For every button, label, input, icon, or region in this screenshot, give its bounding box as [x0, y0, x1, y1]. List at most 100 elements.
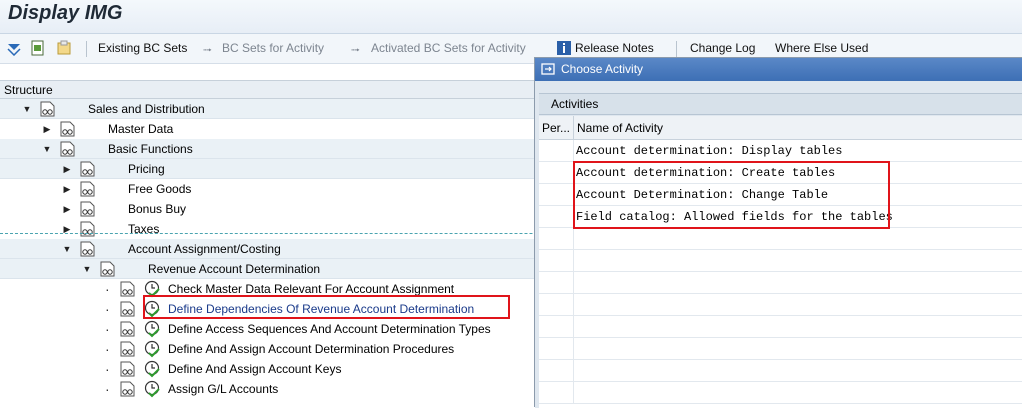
activated-bc-sets-button[interactable]: Activated BC Sets for Activity	[371, 41, 526, 55]
toolbar-separator	[86, 41, 87, 57]
dialog-body: Activities Per... Name of Activity Accou…	[535, 81, 1022, 408]
per-cell	[539, 140, 574, 162]
tree-node-label: Define And Assign Account Keys	[168, 362, 342, 376]
window-title: Display IMG	[8, 2, 123, 24]
per-cell	[539, 338, 574, 360]
execute-clock-check-icon[interactable]	[143, 380, 161, 398]
documentation-glasses-icon[interactable]	[120, 301, 135, 317]
collapse-arrow-icon[interactable]: ▼	[42, 139, 52, 159]
table-row	[539, 360, 1022, 382]
tree-node-master-data[interactable]: ▶ Master Data	[0, 119, 540, 139]
leaf-bullet-icon: ·	[105, 321, 110, 337]
tree-node-label: Sales and Distribution	[88, 102, 205, 116]
info-icon	[557, 41, 571, 55]
dialog-window-icon	[541, 63, 555, 75]
table-row	[539, 228, 1022, 250]
existing-bc-sets-button[interactable]: Existing BC Sets	[98, 41, 187, 55]
table-row	[539, 250, 1022, 272]
activities-section-header: Activities	[539, 93, 1022, 115]
table-row[interactable]: Account determination: Display tables	[539, 140, 1022, 162]
title-bar: Display IMG	[0, 0, 1022, 34]
documentation-glasses-icon[interactable]	[120, 321, 135, 337]
leaf-bullet-icon: ·	[105, 301, 110, 317]
tree-activity-define-procedures[interactable]: · Define And Assign Account Determination…	[0, 339, 540, 359]
per-cell	[539, 316, 574, 338]
leaf-bullet-icon: ·	[105, 281, 110, 297]
documentation-glasses-icon[interactable]	[120, 341, 135, 357]
execute-clock-check-icon[interactable]	[143, 360, 161, 378]
tree-node-label: Revenue Account Determination	[148, 262, 321, 276]
execute-clock-check-icon[interactable]	[143, 320, 161, 338]
table-row	[539, 382, 1022, 404]
folder-icon[interactable]	[56, 40, 72, 56]
activities-table: Per... Name of Activity Account determin…	[539, 116, 1022, 408]
column-header-name[interactable]: Name of Activity	[577, 116, 663, 140]
tree-node-label: Define Access Sequences And Account Dete…	[168, 322, 491, 336]
highlight-box-activities	[573, 161, 890, 229]
tree-activity-define-access-sequences[interactable]: · Define Access Sequences And Account Det…	[0, 319, 540, 339]
documentation-glasses-icon[interactable]	[120, 381, 135, 397]
activated-bc-sets-glasses-icon: ⭬	[351, 43, 361, 57]
collapse-arrow-icon[interactable]: ▼	[22, 99, 32, 119]
tree-node-label: Basic Functions	[108, 142, 193, 156]
toolbar-separator	[676, 41, 677, 57]
execute-clock-check-icon[interactable]	[143, 340, 161, 358]
per-cell	[539, 382, 574, 404]
documentation-glasses-icon[interactable]	[80, 201, 95, 217]
change-log-button[interactable]: Change Log	[690, 41, 755, 55]
where-else-used-button[interactable]: Where Else Used	[775, 41, 868, 55]
tree-node-free-goods[interactable]: ▶ Free Goods	[0, 179, 540, 199]
documentation-glasses-icon[interactable]	[80, 181, 95, 197]
table-row	[539, 316, 1022, 338]
leaf-bullet-icon: ·	[105, 381, 110, 397]
dialog-title: Choose Activity	[561, 62, 644, 76]
documentation-glasses-icon[interactable]	[60, 121, 75, 137]
per-cell	[539, 294, 574, 316]
documentation-glasses-icon[interactable]	[100, 261, 115, 277]
tree-activity-assign-gl-accounts[interactable]: · Assign G/L Accounts	[0, 379, 540, 399]
tree-node-revenue-account-determination[interactable]: ▼ Revenue Account Determination	[0, 259, 540, 279]
dialog-title-bar[interactable]: Choose Activity	[535, 58, 1022, 81]
per-cell	[539, 250, 574, 272]
column-header-per[interactable]: Per...	[539, 116, 574, 140]
expand-arrow-icon[interactable]: ▶	[62, 219, 72, 239]
documentation-glasses-icon[interactable]	[40, 101, 55, 117]
expand-subtree-icon[interactable]	[6, 40, 22, 56]
tree-node-label: Taxes	[128, 222, 160, 236]
collapse-arrow-icon[interactable]: ▼	[62, 239, 72, 259]
tree-node-label: Define And Assign Account Determination …	[168, 342, 455, 356]
structure-header: Structure	[0, 80, 540, 99]
expand-arrow-icon[interactable]: ▶	[42, 119, 52, 139]
tree-node-pricing[interactable]: ▶ Pricing	[0, 159, 540, 179]
tree-node-label: Master Data	[108, 122, 174, 136]
per-cell	[539, 360, 574, 382]
documentation-glasses-icon[interactable]	[80, 221, 95, 237]
per-cell	[539, 228, 574, 250]
release-notes-button[interactable]: Release Notes	[575, 41, 654, 55]
documentation-glasses-icon[interactable]	[120, 281, 135, 297]
highlight-box-tree	[143, 295, 510, 319]
bc-sets-for-activity-button[interactable]: BC Sets for Activity	[222, 41, 324, 55]
documentation-glasses-icon[interactable]	[120, 361, 135, 377]
tree-node-label: Free Goods	[128, 182, 192, 196]
tree-node-label: Account Assignment/Costing	[128, 242, 281, 256]
documentation-glasses-icon[interactable]	[80, 241, 95, 257]
tree-node-taxes[interactable]: ▶ Taxes	[0, 219, 540, 239]
documentation-icon[interactable]	[30, 40, 46, 56]
tree-activity-define-account-keys[interactable]: · Define And Assign Account Keys	[0, 359, 540, 379]
tree-node-account-assignment[interactable]: ▼ Account Assignment/Costing	[0, 239, 540, 259]
documentation-glasses-icon[interactable]	[60, 141, 75, 157]
tree-node-label: Bonus Buy	[128, 202, 187, 216]
bc-sets-glasses-icon: ⭬	[203, 43, 213, 57]
per-cell	[539, 162, 574, 184]
documentation-glasses-icon[interactable]	[80, 161, 95, 177]
tree-node-sales-distribution[interactable]: ▼ Sales and Distribution	[0, 99, 540, 119]
expand-arrow-icon[interactable]: ▶	[62, 179, 72, 199]
expand-arrow-icon[interactable]: ▶	[62, 159, 72, 179]
collapse-arrow-icon[interactable]: ▼	[82, 259, 92, 279]
expand-arrow-icon[interactable]: ▶	[62, 199, 72, 219]
table-row	[539, 272, 1022, 294]
tree-node-bonus-buy[interactable]: ▶ Bonus Buy	[0, 199, 540, 219]
activity-name-cell[interactable]: Account determination: Display tables	[576, 140, 842, 162]
tree-node-basic-functions[interactable]: ▼ Basic Functions	[0, 139, 540, 159]
